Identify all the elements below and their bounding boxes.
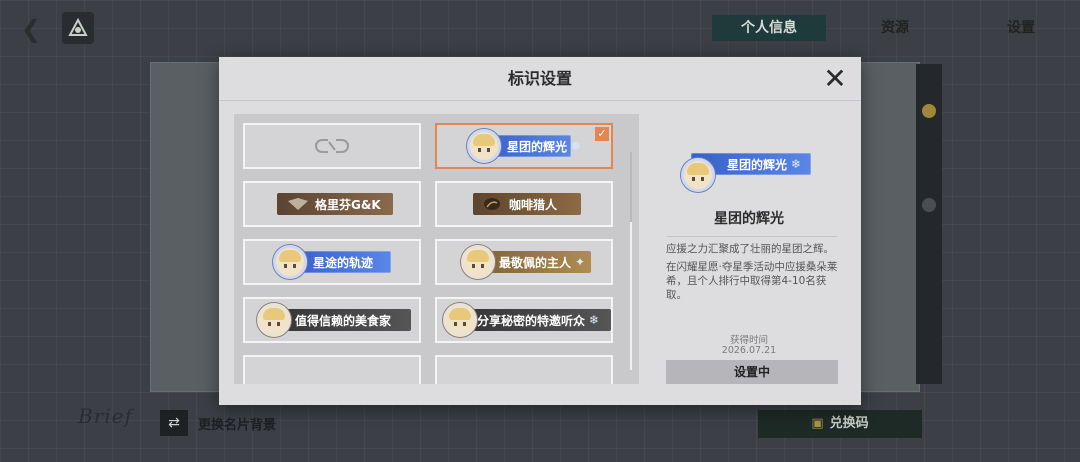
divider [667, 236, 837, 237]
badge-option-coffee-hunter[interactable]: 咖啡猎人 [435, 181, 613, 227]
badge-option-partial[interactable] [243, 355, 421, 384]
badge-label: 咖啡猎人 [509, 197, 558, 212]
badge-option-star-glow[interactable]: 星团的辉光 ❄ ✓ [435, 123, 613, 169]
badge-griffin: 格里芬G&K [277, 193, 393, 215]
badge-option-none[interactable] [243, 123, 421, 169]
badge-option-star-trail[interactable]: 星途的轨迹 [243, 239, 421, 285]
top-bar: ❮ 个人信息 资源 设置 [0, 0, 1080, 56]
profile-card-side-strip [916, 64, 942, 384]
badge-grid: 星团的辉光 ❄ ✓ 格里芬G&K 咖啡猎人 星途的轨迹 最敬佩的主人 ✦ 值得信… [234, 114, 639, 384]
scrollbar[interactable] [630, 152, 632, 370]
tab-settings[interactable]: 设置 [964, 15, 1078, 41]
badge-label: 分享秘密的特邀听众 [477, 313, 586, 328]
back-arrow-icon[interactable]: ❮ [14, 14, 48, 44]
badge-option-respected-master[interactable]: 最敬佩的主人 ✦ [435, 239, 613, 285]
modal-title: 标识设置 [507, 69, 572, 88]
unlink-icon [315, 139, 349, 153]
change-card-background-label[interactable]: 更换名片背景 [198, 414, 276, 433]
tab-personal-info[interactable]: 个人信息 [712, 15, 826, 41]
scrollbar-thumb[interactable] [630, 152, 632, 222]
detail-badge-label: 星团的辉光 [727, 157, 788, 172]
badge-option-secret-guest[interactable]: 分享秘密的特邀听众 ❄ [435, 297, 613, 343]
star-decoration-icon: ✦ [575, 255, 586, 269]
redeem-code-button[interactable]: ▣ 兑换码 [758, 410, 922, 438]
swap-arrows-icon[interactable]: ⇄ [160, 410, 188, 436]
coffee-bean-icon [484, 198, 500, 210]
tab-resources[interactable]: 资源 [838, 15, 952, 41]
badge-option-trusted-gourmet[interactable]: 值得信赖的美食家 [243, 297, 421, 343]
badge-trusted-gourmet: 值得信赖的美食家 [271, 309, 411, 331]
detail-badge-name: 星团的辉光 [714, 211, 784, 227]
griffin-emblem-icon [288, 198, 308, 210]
close-icon[interactable]: ✕ [821, 65, 849, 93]
detail-badge-preview: 星团的辉光 ❄ [651, 150, 847, 200]
chibi-portrait-icon [467, 129, 501, 163]
description-line: 在闪耀星愿·夺星季活动中应援桑朵莱希，且个人排行中取得第4-10名获取。 [666, 261, 838, 301]
chibi-portrait-icon [273, 245, 307, 279]
modal-header: 标识设置 ✕ [219, 57, 861, 101]
obtain-time-label: 获得时间 [729, 335, 768, 346]
badge-option-griffin[interactable]: 格里芬G&K [243, 181, 421, 227]
card-side-icon [922, 198, 936, 212]
star-decoration-icon: ❄ [791, 157, 802, 171]
description-line: 应援之力汇聚成了壮丽的星团之辉。 [666, 243, 834, 255]
badge-secret-guest: 分享秘密的特邀听众 ❄ [457, 309, 611, 331]
badge-label: 格里芬G&K [315, 197, 381, 212]
checkmark-icon: ✓ [595, 127, 609, 141]
chibi-portrait-icon [681, 158, 715, 192]
chibi-portrait-icon [257, 303, 291, 337]
redeem-code-label: 兑换码 [829, 416, 869, 431]
card-side-icon [922, 104, 936, 118]
star-decoration-icon: ❄ [571, 139, 582, 153]
badge-label: 星团的辉光 [507, 139, 568, 154]
badge-settings-modal: 标识设置 ✕ 星团的辉光 ❄ ✓ 格里芬G&K 咖啡猎人 星途的轨迹 最敬佩的主… [219, 57, 861, 405]
chibi-portrait-icon [443, 303, 477, 337]
chibi-portrait-icon [461, 245, 495, 279]
triangle-logo-icon [68, 18, 88, 36]
badge-option-partial[interactable] [435, 355, 613, 384]
star-decoration-icon: ❄ [589, 313, 600, 327]
detail-description: 应援之力汇聚成了壮丽的星团之辉。 在闪耀星愿·夺星季活动中应援桑朵莱希，且个人排… [666, 242, 842, 306]
badge-label: 最敬佩的主人 [499, 255, 572, 270]
badge-coffee-hunter: 咖啡猎人 [473, 193, 581, 215]
brief-logo: Brief [78, 404, 133, 428]
badge-label: 值得信赖的美食家 [295, 313, 392, 328]
obtain-time-value: 2026.07.21 [721, 345, 777, 356]
top-tabs: 个人信息 资源 设置 [712, 15, 1078, 41]
set-badge-button[interactable]: 设置中 [666, 360, 838, 384]
gift-icon: ▣ [811, 416, 824, 431]
badge-detail-panel: 星团的辉光 ❄ 星团的辉光 应援之力汇聚成了壮丽的星团之辉。 在闪耀星愿·夺星季… [651, 114, 847, 394]
badge-label: 星途的轨迹 [313, 255, 374, 270]
gfl-logo-icon[interactable] [62, 12, 94, 44]
card-background-controls: Brief ⇄ 更换名片背景 [76, 404, 376, 448]
